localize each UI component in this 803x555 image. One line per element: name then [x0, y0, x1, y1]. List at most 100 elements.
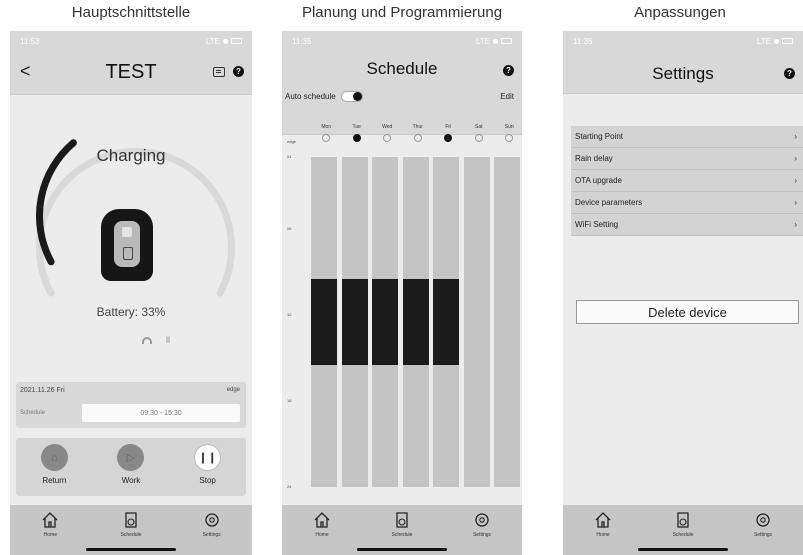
battery-icon [501, 38, 512, 44]
hour-tick-label: 18 [287, 397, 292, 403]
battery-icon [782, 38, 793, 44]
page-title: TEST [105, 61, 157, 83]
gear-icon [475, 513, 489, 527]
control-card: ⌂ Return ▷ Work ❙❙ Stop [16, 438, 246, 496]
back-icon[interactable]: < [20, 61, 31, 82]
menu-item-label: Rain delay [575, 154, 613, 163]
day-column-header: Fri [433, 124, 464, 142]
schedule-info-card[interactable]: 2021.11.26 Fri edge Schedule 09:30 - 15:… [16, 382, 246, 428]
schedule-slot[interactable] [372, 278, 398, 366]
schedule-slot[interactable] [433, 278, 459, 366]
day-label: Thur [412, 124, 423, 130]
edit-button[interactable]: Edit [500, 92, 514, 101]
signal-bars: ll [166, 335, 170, 345]
caption-main: Hauptschnittstelle [71, 4, 191, 21]
help-icon[interactable]: ? [503, 65, 514, 76]
tab-home[interactable]: Home [573, 511, 633, 555]
edge-toggle-dot[interactable] [383, 134, 392, 142]
day-label: Sat [474, 124, 483, 130]
day-column[interactable] [494, 157, 520, 487]
tab-settings[interactable]: Settings [452, 511, 512, 555]
tab-home[interactable]: Home [292, 511, 352, 555]
menu-rain-delay[interactable]: Rain delay › [571, 148, 803, 170]
battery-icon [231, 38, 242, 44]
menu-ota-upgrade[interactable]: OTA upgrade › [571, 170, 803, 192]
day-column-header: Sun [494, 124, 522, 142]
tab-home-label: Home [315, 532, 329, 538]
schedule-slot[interactable] [402, 278, 429, 366]
home-indicator [86, 548, 176, 551]
auto-schedule-label: Auto schedule [285, 92, 336, 101]
tab-settings[interactable]: Settings [182, 511, 242, 555]
work-button[interactable]: ▷ Work [101, 444, 161, 485]
stop-button[interactable]: ❙❙ Stop [178, 444, 238, 485]
settings-header: 11:35 LTE Settings ? [563, 31, 803, 94]
tab-schedule-label: Schedule [120, 532, 142, 538]
schedule-header: Schedule ? Auto schedule Edit [282, 51, 522, 135]
charging-status: Charging [96, 146, 166, 165]
edge-toggle-dot[interactable] [413, 134, 422, 142]
signal-text: LTE [756, 36, 771, 46]
info-tag: edge [226, 387, 240, 393]
gear-icon [204, 513, 219, 527]
day-label: Wed [382, 124, 393, 130]
tab-settings[interactable]: Settings [733, 511, 793, 555]
menu-device-parameters[interactable]: Device parameters › [571, 192, 803, 214]
wifi-icon [223, 38, 228, 44]
stop-label: Stop [199, 476, 216, 485]
status-icons: LTE [476, 37, 512, 46]
signal-text: LTE [475, 36, 490, 46]
home-icon [314, 512, 330, 528]
status-time: 11:35 [573, 36, 593, 46]
edge-toggle-dot[interactable] [505, 134, 514, 142]
tab-bar: Home Schedule Settings [10, 505, 252, 555]
hour-tick-label: 12 [287, 311, 292, 317]
phone-settings-screen: 11:35 LTE Settings ? Starting Point › Rai… [563, 31, 803, 555]
edge-toggle-dot[interactable] [444, 134, 453, 142]
day-label: Tue [352, 124, 361, 130]
menu-starting-point[interactable]: Starting Point › [571, 126, 803, 148]
status-time: 11:35 [292, 36, 312, 46]
schedule-icon [396, 512, 408, 528]
signal-text: LTE [205, 36, 220, 46]
day-column-header: Thur [403, 124, 434, 142]
schedule-slot[interactable] [341, 278, 368, 366]
days-row: Mon Tue Wed Thur Fri Sat Sun [311, 124, 522, 142]
tab-settings-label: Settings [753, 532, 773, 538]
schedule-slot[interactable] [311, 278, 337, 366]
pause-icon: ❙❙ [198, 452, 217, 464]
message-icon[interactable] [213, 66, 225, 77]
auto-schedule-row: Auto schedule [285, 91, 363, 102]
delete-device-button[interactable]: Delete device [576, 300, 799, 324]
gear-icon [756, 513, 770, 527]
home-indicator [638, 548, 728, 551]
info-time: 09:30 - 15:30 [82, 404, 240, 422]
phone-schedule-screen: 11:35 LTE Schedule ? Auto schedule Edit … [282, 31, 522, 555]
nav-bar: < TEST ? [10, 51, 252, 95]
schedule-grid[interactable] [311, 157, 522, 487]
chevron-right-icon: › [794, 132, 797, 141]
help-icon[interactable]: ? [233, 66, 244, 77]
schedule-icon [677, 512, 689, 528]
info-label: Schedule [20, 410, 46, 416]
day-label: Fri [445, 124, 452, 130]
day-column-header: Mon [311, 124, 342, 142]
help-icon[interactable]: ? [784, 68, 795, 79]
home-icon [42, 512, 58, 528]
page-title: Schedule [366, 59, 438, 78]
tab-home[interactable]: Home [20, 511, 80, 555]
menu-wifi-setting[interactable]: WiFi Setting › [571, 214, 803, 236]
menu-item-label: Starting Point [575, 132, 624, 141]
day-column[interactable] [463, 157, 490, 487]
edge-toggle-dot[interactable] [474, 134, 483, 142]
status-icons: LTE [206, 37, 242, 46]
edge-toggle-dot[interactable] [352, 134, 361, 142]
return-button[interactable]: ⌂ Return [24, 444, 84, 485]
day-label: Mon [321, 124, 332, 130]
edge-toggle-dot[interactable] [322, 134, 331, 142]
auto-schedule-toggle[interactable] [340, 91, 363, 102]
status-icons: LTE [757, 37, 793, 46]
chevron-right-icon: › [794, 198, 797, 207]
hour-tick-label: 06 [287, 225, 292, 231]
info-date: 2021.11.26 Fri [20, 387, 65, 394]
